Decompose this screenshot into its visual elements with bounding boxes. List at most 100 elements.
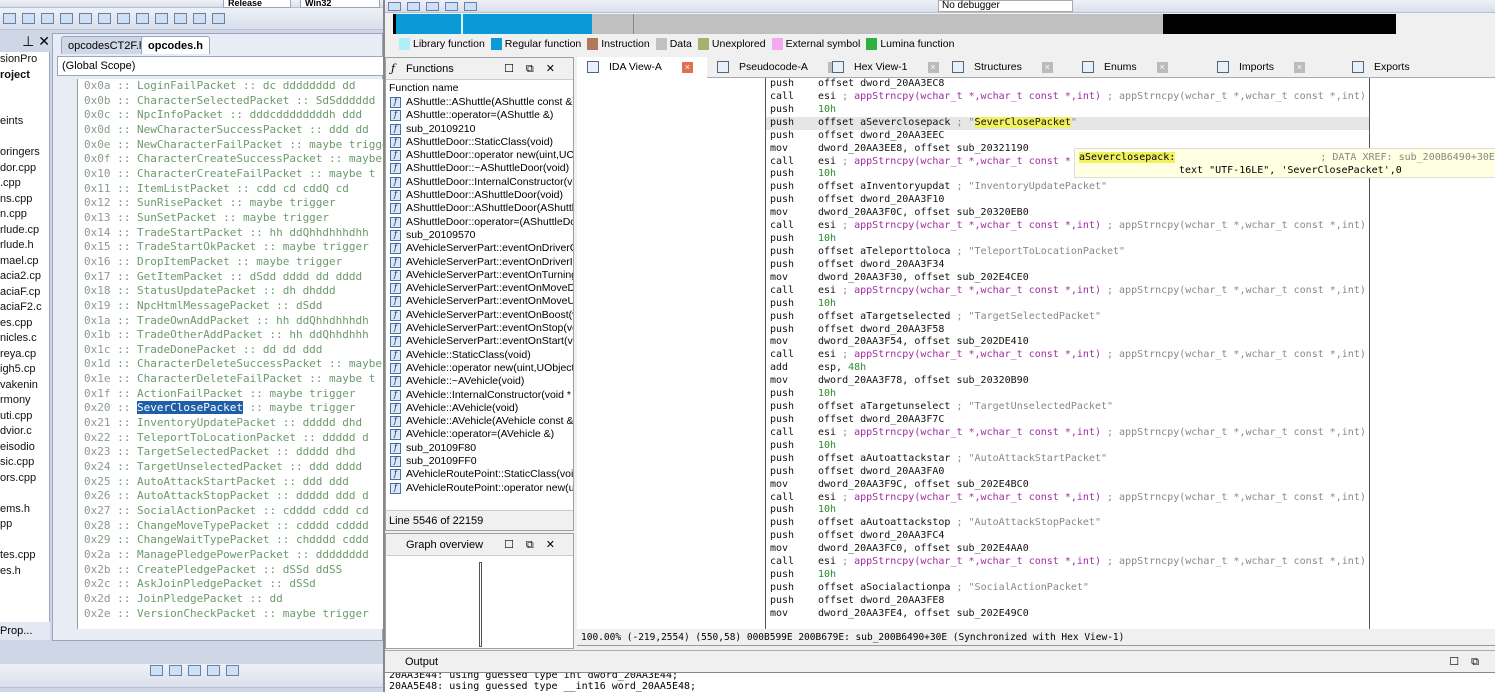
- code-line[interactable]: 0x13 :: SunSetPacket :: maybe trigger: [78, 211, 387, 226]
- solution-item[interactable]: aciaF.cp: [0, 285, 49, 301]
- asm-line[interactable]: mov dword_20AA3F54, offset sub_202DE410: [766, 336, 1369, 349]
- code-line[interactable]: 0x1f :: ActionFailPacket :: maybe trigge…: [78, 387, 387, 402]
- code-line[interactable]: 0x11 :: ItemListPacket :: cdd cd cddQ cd: [78, 182, 387, 197]
- function-item[interactable]: f AVehicleServerPart::eventOnStop(vo: [386, 322, 573, 335]
- solution-item[interactable]: es.h: [0, 564, 49, 580]
- solution-item[interactable]: roject: [0, 68, 49, 84]
- panel-controls[interactable]: ☐⧉: [1449, 651, 1491, 673]
- solution-item[interactable]: uti.cpp: [0, 409, 49, 425]
- solution-item[interactable]: [0, 486, 49, 502]
- save-icon[interactable]: [407, 1, 420, 11]
- solution-item[interactable]: dor.cpp: [0, 161, 49, 177]
- pin-close-icons[interactable]: ⊥ ✕: [4, 33, 50, 51]
- function-item[interactable]: f AVehicleRoutePoint::StaticClass(void: [386, 468, 573, 481]
- code-line[interactable]: 0x17 :: GetItemPacket :: dSdd dddd dd dd…: [78, 270, 387, 285]
- code-line[interactable]: 0x2e :: VersionCheckPacket :: maybe trig…: [78, 607, 387, 622]
- code-line[interactable]: 0x1a :: TradeOwnAddPacket :: hh ddQhhdhh…: [78, 314, 387, 329]
- code-line[interactable]: 0x0f :: CharacterCreateSuccessPacket :: …: [78, 152, 387, 167]
- asm-line[interactable]: push offset dword_20AA3FE8: [766, 595, 1369, 608]
- asm-line[interactable]: call esi ; appStrncpy(wchar_t *,wchar_t c…: [766, 492, 1369, 505]
- code-line[interactable]: 0x29 :: ChangeWaitTypePacket :: chdddd c…: [78, 533, 387, 548]
- solution-item[interactable]: aciaF2.c: [0, 300, 49, 316]
- code-line[interactable]: 0x12 :: SunRisePacket :: maybe trigger: [78, 196, 387, 211]
- tab-hex-view-1[interactable]: Hex View-1 ×: [822, 57, 942, 78]
- asm-line[interactable]: mov dword_20AA3FE4, offset sub_202E49C0: [766, 608, 1369, 621]
- asm-line[interactable]: push offset dword_20AA3EEC: [766, 130, 1369, 143]
- solution-item[interactable]: eisodio: [0, 440, 49, 456]
- solution-item[interactable]: sic.cpp: [0, 455, 49, 471]
- tab-close-icon[interactable]: ×: [1041, 61, 1053, 73]
- code-line[interactable]: 0x10 :: CharacterCreateFailPacket :: may…: [78, 167, 387, 182]
- asm-line[interactable]: push 10h: [766, 298, 1369, 311]
- asm-line[interactable]: mov dword_20AA3F9C, offset sub_202E4BC0: [766, 479, 1369, 492]
- asm-line[interactable]: push offset dword_20AA3FC4: [766, 530, 1369, 543]
- solution-item[interactable]: igh5.cp: [0, 362, 49, 378]
- function-item[interactable]: f AShuttleDoor::AShuttleDoor(AShuttl: [386, 202, 573, 215]
- clear-icon[interactable]: [207, 664, 220, 676]
- code-line[interactable]: 0x1d :: CharacterDeleteSuccessPacket :: …: [78, 357, 387, 372]
- asm-line[interactable]: push offset aAutoattackstar ; "AutoAttack…: [766, 453, 1369, 466]
- solution-item[interactable]: [0, 533, 49, 549]
- tab-opcodes-h[interactable]: opcodes.h: [141, 36, 211, 54]
- code-line[interactable]: 0x20 :: SeverClosePacket :: maybe trigge…: [78, 401, 387, 416]
- solution-item[interactable]: oringers: [0, 145, 49, 161]
- prev-bookmark-icon[interactable]: [98, 12, 111, 24]
- graph-overview-view[interactable]: [479, 562, 482, 647]
- doc-prev-icon[interactable]: [174, 12, 187, 24]
- asm-line[interactable]: push 10h: [766, 104, 1369, 117]
- function-item[interactable]: f AShuttle::operator=(AShuttle &): [386, 109, 573, 122]
- solution-item[interactable]: nicles.c: [0, 331, 49, 347]
- folder-prev-icon[interactable]: [136, 12, 149, 24]
- function-item[interactable]: f AVehicle::operator=(AVehicle &): [386, 428, 573, 441]
- asm-line[interactable]: push offset aSocialactionpa ; "SocialActi…: [766, 582, 1369, 595]
- function-item[interactable]: f AVehicle::StaticClass(void): [386, 349, 573, 362]
- asm-line[interactable]: push offset dword_20AA3F34: [766, 259, 1369, 272]
- function-item[interactable]: f AVehicle::AVehicle(AVehicle const &): [386, 415, 573, 428]
- code-line[interactable]: 0x0a :: LoginFailPacket :: dc dddddddd d…: [78, 79, 387, 94]
- code-line[interactable]: 0x28 :: ChangeMoveTypePacket :: cdddd cd…: [78, 519, 387, 534]
- solution-item[interactable]: ns.cpp: [0, 192, 49, 208]
- navigation-band[interactable]: [393, 14, 1396, 34]
- find-next-icon[interactable]: [188, 664, 201, 676]
- function-item[interactable]: f AShuttleDoor::operator new(uint,UC: [386, 149, 573, 162]
- asm-line[interactable]: push offset dword_20AA3FA0: [766, 466, 1369, 479]
- asm-line[interactable]: mov dword_20AA3F78, offset sub_20320B90: [766, 375, 1369, 388]
- solution-item[interactable]: .cpp: [0, 176, 49, 192]
- tab-ida-view-a[interactable]: IDA View-A ×: [577, 57, 707, 78]
- scope-dropdown[interactable]: (Global Scope): [57, 56, 387, 76]
- code-line[interactable]: 0x2a :: ManagePledgePowerPacket :: ddddd…: [78, 548, 387, 563]
- solution-item[interactable]: tes.cpp: [0, 548, 49, 564]
- bookmark-icon[interactable]: [79, 12, 92, 24]
- code-line[interactable]: 0x21 :: InventoryUpdatePacket :: ddddd d…: [78, 416, 387, 431]
- code-line[interactable]: 0x0e :: NewCharacterFailPacket :: maybe …: [78, 138, 387, 153]
- indent-icon[interactable]: [3, 12, 16, 24]
- properties-tab[interactable]: Prop...: [0, 622, 50, 640]
- code-line[interactable]: 0x24 :: TargetUnselectedPacket :: ddd dd…: [78, 460, 387, 475]
- tab-close-icon[interactable]: ×: [681, 61, 693, 73]
- code-line[interactable]: 0x14 :: TradeStartPacket :: hh ddQhhdhhh…: [78, 226, 387, 241]
- function-item[interactable]: f AVehicle::~AVehicle(void): [386, 375, 573, 388]
- asm-line[interactable]: push offset dword_20AA3F58: [766, 324, 1369, 337]
- asm-line[interactable]: call esi ; appStrncpy(wchar_t *,wchar_t c…: [766, 285, 1369, 298]
- code-text[interactable]: 0x0a :: LoginFailPacket :: dc dddddddd d…: [77, 79, 387, 629]
- asm-line[interactable]: push 10h: [766, 569, 1369, 582]
- code-line[interactable]: 0x1e :: CharacterDeleteFailPacket :: may…: [78, 372, 387, 387]
- code-line[interactable]: 0x16 :: DropItemPacket :: maybe trigger: [78, 255, 387, 270]
- asm-line[interactable]: push offset aTargetunselect ; "TargetUnse…: [766, 401, 1369, 414]
- function-item[interactable]: f AVehicleServerPart::eventOnTurning: [386, 269, 573, 282]
- function-list[interactable]: f AShuttle::AShuttle(AShuttle const &) f AS…: [386, 96, 573, 495]
- function-item[interactable]: f AVehicle::operator new(uint,UObject: [386, 362, 573, 375]
- solution-item[interactable]: es.cpp: [0, 316, 49, 332]
- asm-line[interactable]: push offset aAutoattackstop ; "AutoAttack…: [766, 517, 1369, 530]
- solution-item[interactable]: vakenin: [0, 378, 49, 394]
- code-line[interactable]: 0x2b :: CreatePledgePacket :: dSSd ddSS: [78, 563, 387, 578]
- code-line[interactable]: 0x1c :: TradeDonePacket :: dd dd ddd: [78, 343, 387, 358]
- asm-line[interactable]: mov dword_20AA3F30, offset sub_202E4CE0: [766, 272, 1369, 285]
- asm-line[interactable]: push offset aSeverclosepack ; "SeverClose…: [766, 116, 1369, 130]
- folder-next-icon[interactable]: [155, 12, 168, 24]
- function-item[interactable]: f sub_20109210: [386, 123, 573, 136]
- code-line[interactable]: 0x26 :: AutoAttackStopPacket :: ddddd dd…: [78, 489, 387, 504]
- code-line[interactable]: 0x25 :: AutoAttackStartPacket :: ddd ddd: [78, 475, 387, 490]
- function-item[interactable]: f AShuttle::AShuttle(AShuttle const &): [386, 96, 573, 109]
- solution-item[interactable]: mael.cp: [0, 254, 49, 270]
